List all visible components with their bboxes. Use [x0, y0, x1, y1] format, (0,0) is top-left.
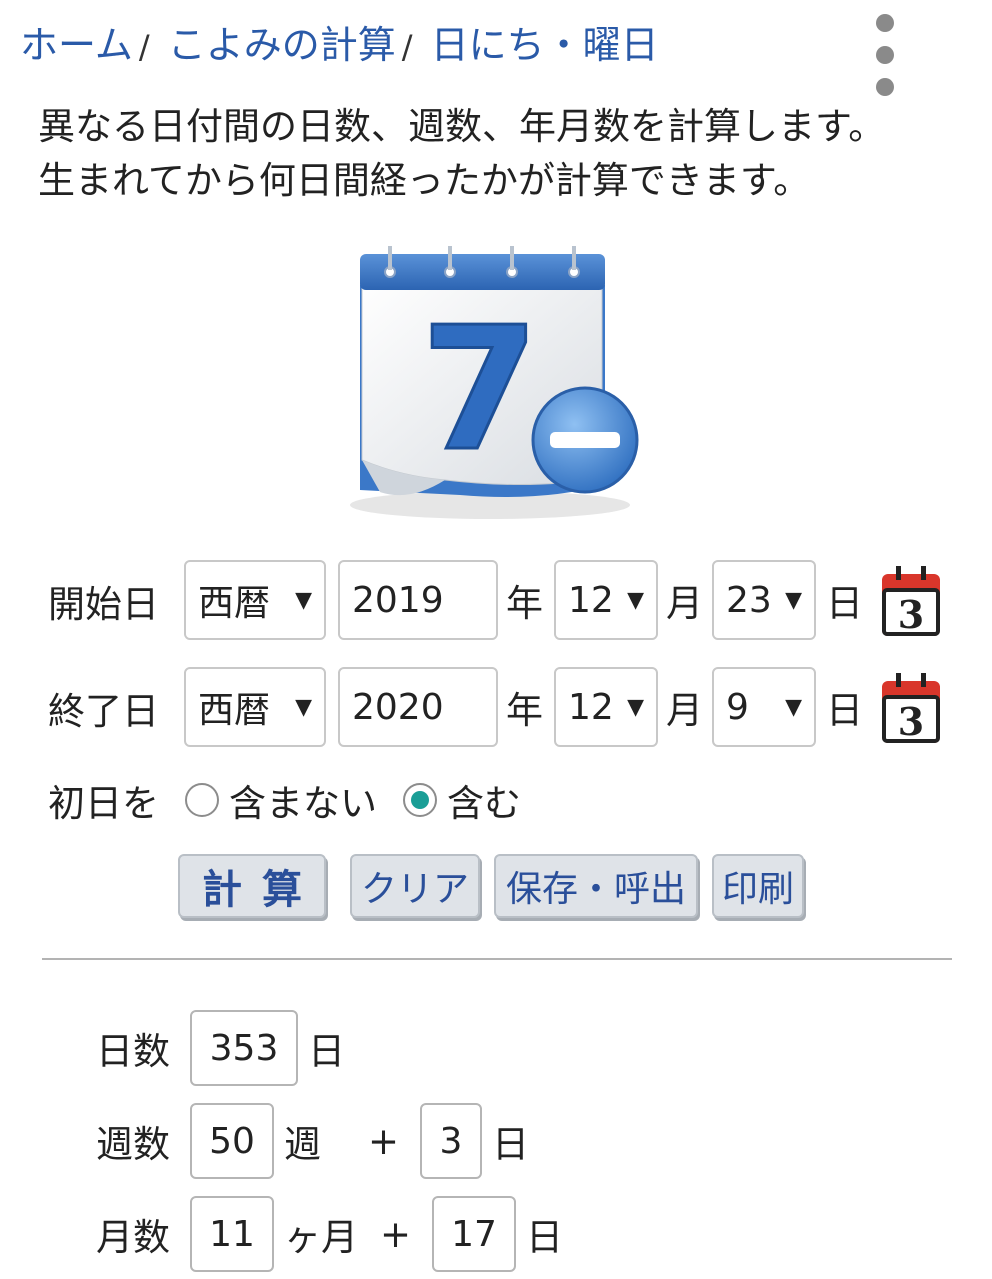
- breadcrumb-separator: /: [401, 28, 413, 66]
- end-day-select[interactable]: 9 ▼: [712, 667, 816, 747]
- weeks-remainder-field: 3: [420, 1103, 482, 1179]
- weeks-plus-sign: +: [368, 1119, 400, 1163]
- svg-text:7: 7: [421, 291, 539, 489]
- start-month-unit: 月: [666, 582, 703, 625]
- months-unit: ヶ月: [284, 1216, 358, 1259]
- months-result-field: 11: [190, 1196, 274, 1272]
- print-button[interactable]: 印刷: [712, 854, 804, 918]
- svg-text:3: 3: [898, 592, 924, 637]
- end-date-label: 終了日: [48, 690, 159, 733]
- calculate-button[interactable]: 計算: [178, 854, 326, 918]
- months-remainder-field: 17: [432, 1196, 516, 1272]
- start-era-select[interactable]: 西暦 ▼: [184, 560, 326, 640]
- months-remainder-unit: 日: [526, 1216, 563, 1259]
- first-day-option-row: 初日を 含まない 含む: [48, 770, 521, 830]
- description-line-2: 生まれてから何日間経ったかが計算できます。: [38, 159, 811, 202]
- description-line-1: 異なる日付間の日数、週数、年月数を計算します。: [38, 105, 886, 148]
- start-year-input[interactable]: 2019: [338, 560, 498, 640]
- start-day-value: 23: [726, 579, 772, 621]
- end-day-unit: 日: [826, 689, 863, 732]
- start-date-label: 開始日: [48, 583, 159, 626]
- breadcrumb-home-link[interactable]: ホーム: [20, 23, 133, 67]
- weeks-remainder-unit: 日: [492, 1123, 529, 1166]
- weeks-label: 週数: [96, 1123, 170, 1166]
- start-day-select[interactable]: 23 ▼: [712, 560, 816, 640]
- weeks-result-field: 50: [190, 1103, 274, 1179]
- breadcrumb-separator: /: [138, 28, 150, 66]
- end-year-input[interactable]: 2020: [338, 667, 498, 747]
- clear-button[interactable]: クリア: [350, 854, 480, 918]
- end-month-unit: 月: [666, 689, 703, 732]
- breadcrumb: ホーム / こよみの計算 / 日にち・曜日: [20, 14, 659, 69]
- chevron-down-icon: ▼: [785, 694, 802, 720]
- end-month-select[interactable]: 12 ▼: [554, 667, 658, 747]
- result-months-row: 月数 11 ヶ月 + 17 日: [96, 1196, 616, 1272]
- breadcrumb-calendar-calc-link[interactable]: こよみの計算: [168, 23, 396, 67]
- days-unit: 日: [308, 1030, 345, 1073]
- end-date-picker-icon[interactable]: 3: [878, 669, 944, 747]
- end-year-value: 2020: [352, 686, 444, 728]
- exclude-first-day-radio[interactable]: [185, 783, 219, 817]
- weeks-unit: 週: [284, 1123, 321, 1166]
- more-vertical-icon[interactable]: [876, 14, 900, 110]
- include-first-day-radio[interactable]: [403, 783, 437, 817]
- start-year-value: 2019: [352, 579, 444, 621]
- end-date-row: 終了日 西暦 ▼ 2020 年 12 ▼ 月 9 ▼ 日 3: [48, 667, 948, 749]
- chevron-down-icon: ▼: [785, 587, 802, 613]
- end-year-unit: 年: [506, 689, 543, 732]
- end-era-select[interactable]: 西暦 ▼: [184, 667, 326, 747]
- start-era-value: 西暦: [198, 583, 271, 624]
- result-days-row: 日数 353 日: [96, 1010, 496, 1086]
- chevron-down-icon: ▼: [627, 694, 644, 720]
- start-day-unit: 日: [826, 582, 863, 625]
- months-label: 月数: [96, 1216, 170, 1259]
- first-day-label: 初日を: [48, 782, 159, 825]
- days-label: 日数: [96, 1030, 170, 1073]
- chevron-down-icon: ▼: [295, 587, 312, 613]
- end-day-value: 9: [726, 686, 749, 728]
- include-first-day-label[interactable]: 含む: [447, 773, 521, 827]
- months-plus-sign: +: [380, 1212, 412, 1256]
- result-weeks-row: 週数 50 週 + 3 日: [96, 1103, 596, 1179]
- start-month-select[interactable]: 12 ▼: [554, 560, 658, 640]
- calendar-subtract-icon: 7: [350, 246, 639, 519]
- chevron-down-icon: ▼: [627, 587, 644, 613]
- start-date-row: 開始日 西暦 ▼ 2019 年 12 ▼ 月 23 ▼ 日 3: [48, 560, 948, 642]
- days-result-field: 353: [190, 1010, 298, 1086]
- breadcrumb-current-page[interactable]: 日にち・曜日: [431, 23, 659, 67]
- end-month-value: 12: [568, 686, 614, 728]
- end-era-value: 西暦: [198, 690, 271, 731]
- chevron-down-icon: ▼: [295, 694, 312, 720]
- svg-text:3: 3: [898, 699, 924, 744]
- page-description: 異なる日付間の日数、週数、年月数を計算します。 生まれてから何日間経ったかが計算…: [38, 100, 885, 208]
- exclude-first-day-label[interactable]: 含まない: [229, 773, 377, 827]
- save-load-button[interactable]: 保存・呼出: [494, 854, 698, 918]
- start-year-unit: 年: [506, 582, 543, 625]
- start-date-picker-icon[interactable]: 3: [878, 562, 944, 640]
- divider: [42, 958, 952, 960]
- start-month-value: 12: [568, 579, 614, 621]
